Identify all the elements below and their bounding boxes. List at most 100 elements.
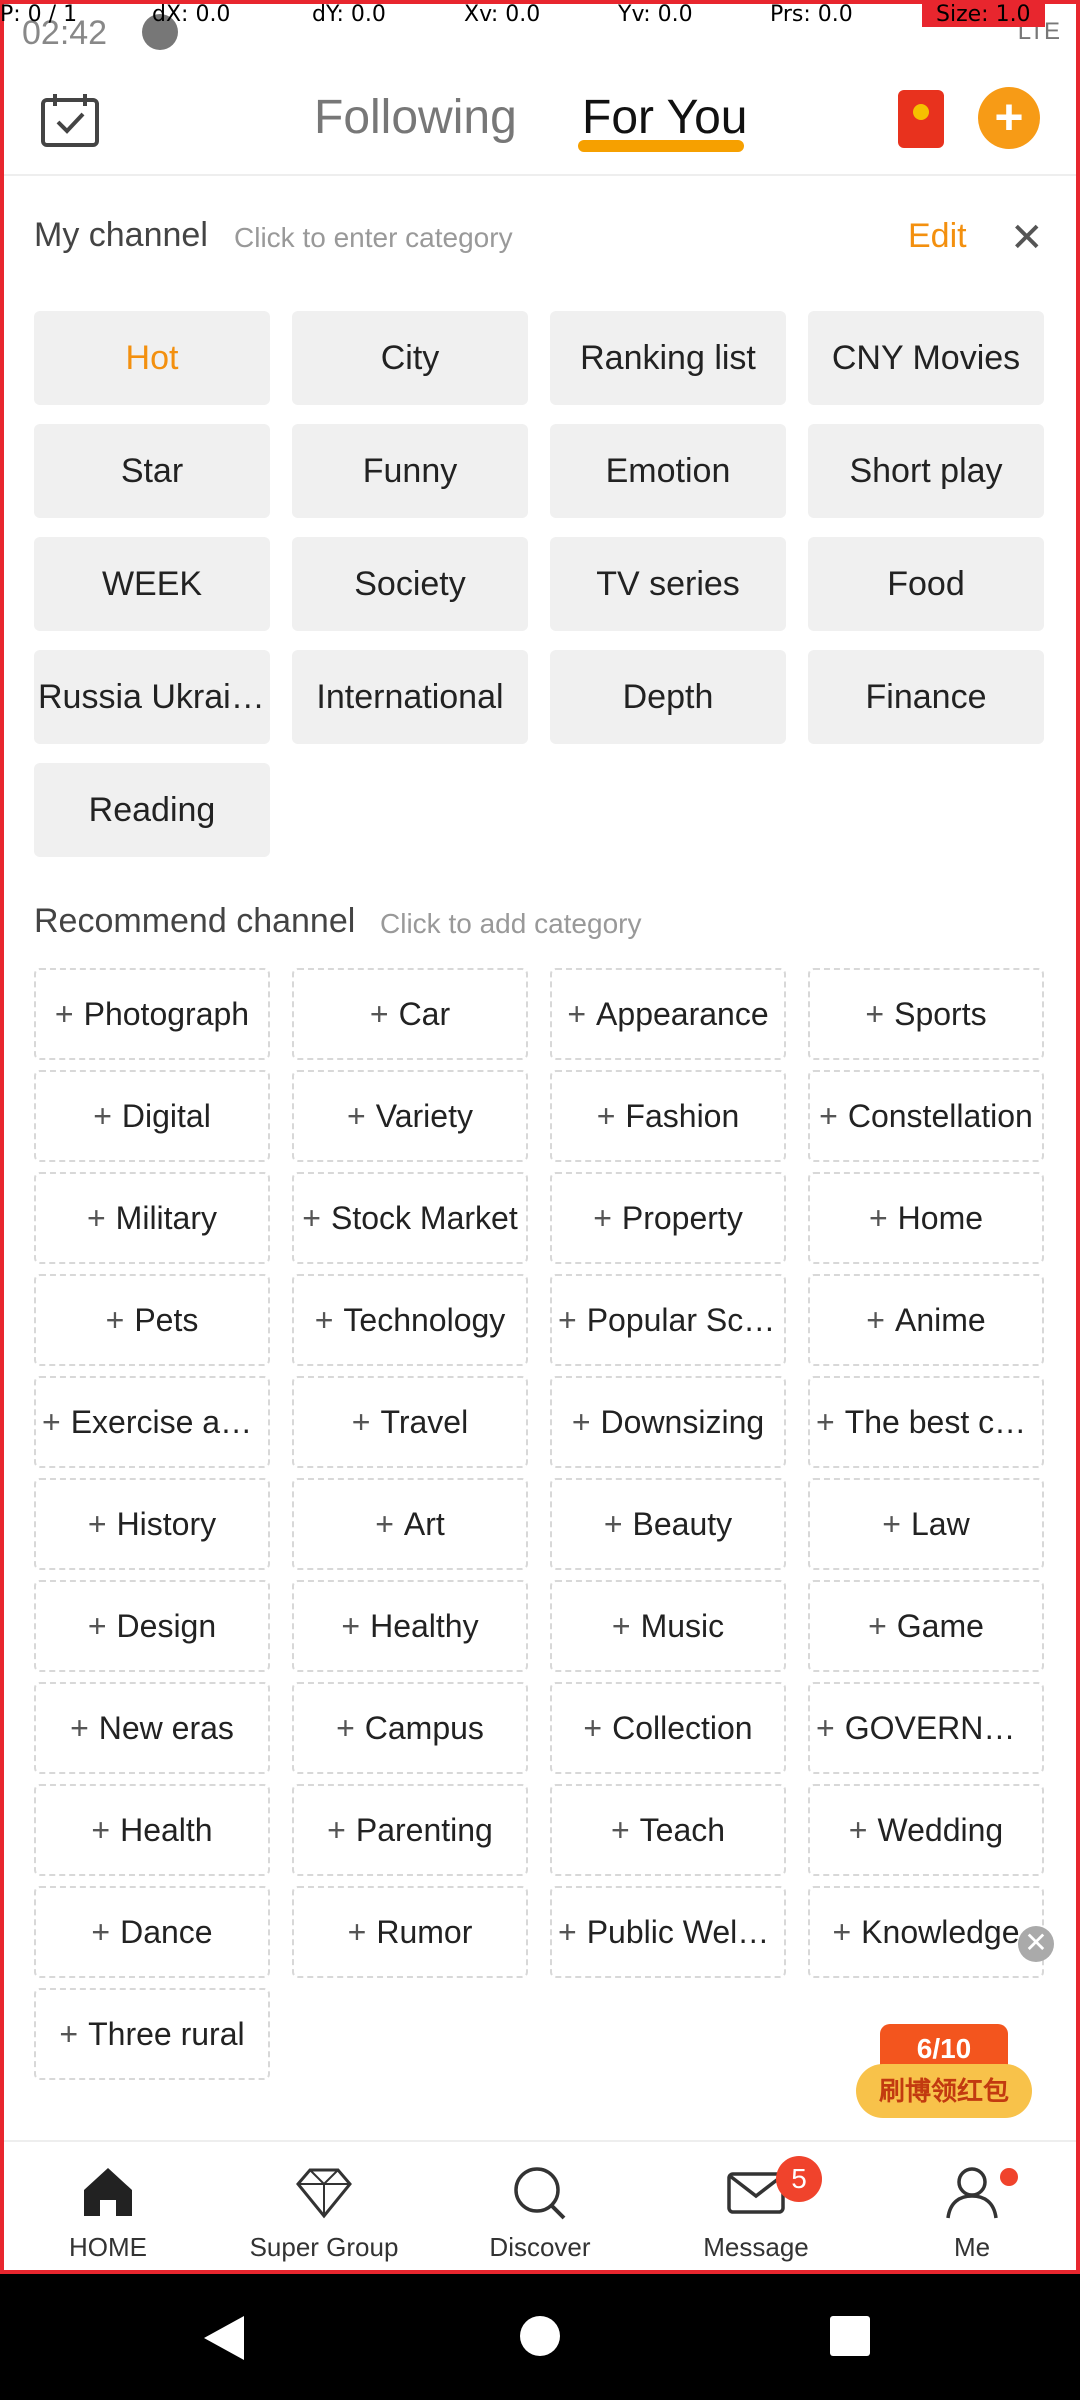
channel-chip[interactable]: Short play bbox=[808, 424, 1044, 518]
recommend-chip[interactable]: + Military bbox=[34, 1172, 270, 1264]
plus-icon: + bbox=[571, 1404, 591, 1440]
channel-chip[interactable]: Ranking list bbox=[550, 311, 786, 405]
nav-me[interactable]: Me bbox=[872, 2142, 1072, 2276]
channel-chip[interactable]: CNY Movies bbox=[808, 311, 1044, 405]
recommend-chip[interactable]: + Stock Market bbox=[292, 1172, 528, 1264]
tab-following[interactable]: Following bbox=[314, 90, 517, 145]
search-icon bbox=[514, 2167, 566, 2220]
diamond-icon bbox=[296, 2168, 352, 2219]
channel-chip[interactable]: Emotion bbox=[550, 424, 786, 518]
recommend-chip[interactable]: + Parenting bbox=[292, 1784, 528, 1876]
message-badge: 5 bbox=[776, 2156, 822, 2202]
plus-icon: + bbox=[93, 1098, 112, 1134]
plus-icon: + bbox=[105, 1302, 125, 1338]
recommend-chip[interactable]: + Beauty bbox=[550, 1478, 786, 1570]
plus-icon: + bbox=[866, 1302, 885, 1338]
home-icon bbox=[84, 2168, 132, 2216]
red-packet-promo[interactable]: 6/10 刷博领红包 bbox=[856, 2024, 1032, 2122]
recommend-chip[interactable]: + Public Welf… bbox=[550, 1886, 786, 1978]
tab-for-you[interactable]: For You bbox=[582, 90, 747, 145]
channel-chip[interactable]: Reading bbox=[34, 763, 270, 857]
close-icon[interactable]: ✕ bbox=[1010, 218, 1044, 258]
recommend-channel-hint: Click to add category bbox=[380, 908, 642, 939]
recommend-chip-label: Healthy bbox=[370, 1608, 479, 1644]
back-icon[interactable] bbox=[204, 2316, 244, 2360]
channel-chip[interactable]: Society bbox=[292, 537, 528, 631]
plus-icon: + bbox=[314, 1302, 334, 1338]
recommend-chip-label: New eras bbox=[98, 1710, 234, 1746]
recommend-chip[interactable]: + Game bbox=[808, 1580, 1044, 1672]
recommend-chip[interactable]: + Pets bbox=[34, 1274, 270, 1366]
recommend-chip[interactable]: + Car bbox=[292, 968, 528, 1060]
recommend-chip[interactable]: + History bbox=[34, 1478, 270, 1570]
nav-message-label: Message bbox=[703, 2232, 809, 2262]
debug-dx: dX: 0.0 bbox=[152, 2, 231, 27]
edit-button[interactable]: Edit bbox=[908, 217, 967, 256]
recommend-chip[interactable]: + Constellation bbox=[808, 1070, 1044, 1162]
recommend-chip[interactable]: + Rumor bbox=[292, 1886, 528, 1978]
recommend-chip[interactable]: + Dance bbox=[34, 1886, 270, 1978]
calendar-check-icon[interactable] bbox=[40, 92, 100, 148]
recommend-chip[interactable]: + Exercise an… bbox=[34, 1376, 270, 1468]
top-header: Following For You + bbox=[0, 60, 1080, 176]
channel-chip[interactable]: City bbox=[292, 311, 528, 405]
recommend-chip[interactable]: + Property bbox=[550, 1172, 786, 1264]
channel-chip[interactable]: WEEK bbox=[34, 537, 270, 631]
recommend-chip[interactable]: + Anime bbox=[808, 1274, 1044, 1366]
nav-home[interactable]: HOME bbox=[8, 2142, 208, 2276]
recommend-chip[interactable]: + Fashion bbox=[550, 1070, 786, 1162]
recommend-chip[interactable]: + Art bbox=[292, 1478, 528, 1570]
red-packet-icon[interactable] bbox=[898, 90, 944, 148]
recommend-chip[interactable]: + Sports bbox=[808, 968, 1044, 1060]
nav-super-group[interactable]: Super Group bbox=[224, 2142, 424, 2276]
recommend-chip[interactable]: + Wedding bbox=[808, 1784, 1044, 1876]
recommend-chip[interactable]: + Downsizing bbox=[550, 1376, 786, 1468]
recommend-chip[interactable]: + Technology bbox=[292, 1274, 528, 1366]
plus-icon: + bbox=[603, 1506, 623, 1542]
channel-chip[interactable]: Finance bbox=[808, 650, 1044, 744]
plus-icon: + bbox=[347, 1098, 366, 1134]
recommend-chip[interactable]: + Campus bbox=[292, 1682, 528, 1774]
recommend-chip[interactable]: + New eras bbox=[34, 1682, 270, 1774]
recommend-chip-label: Exercise an… bbox=[70, 1404, 270, 1440]
recommend-chip-label: Pets bbox=[134, 1302, 199, 1338]
channel-chip[interactable]: Food bbox=[808, 537, 1044, 631]
recommend-chip[interactable]: + Variety bbox=[292, 1070, 528, 1162]
recommend-chip[interactable]: + Health bbox=[34, 1784, 270, 1876]
recommend-channel-title: Recommend channel bbox=[34, 902, 356, 940]
recommend-chip[interactable]: + Healthy bbox=[292, 1580, 528, 1672]
recommend-chip[interactable]: + Digital bbox=[34, 1070, 270, 1162]
dismiss-circle-icon[interactable]: ✕ bbox=[1018, 1926, 1054, 1962]
channel-chip[interactable]: Russia Ukrain… bbox=[34, 650, 270, 744]
recommend-chip[interactable]: + Teach bbox=[550, 1784, 786, 1876]
recent-apps-icon[interactable] bbox=[830, 2316, 870, 2356]
home-button-icon[interactable] bbox=[520, 2316, 560, 2356]
recommend-chip[interactable]: + Appearance bbox=[550, 968, 786, 1060]
recommend-chip[interactable]: + Law bbox=[808, 1478, 1044, 1570]
recommend-chip[interactable]: + The best ch… bbox=[808, 1376, 1044, 1468]
recommend-chip-label: Knowledge bbox=[861, 1914, 1020, 1950]
channel-chip[interactable]: Star bbox=[34, 424, 270, 518]
recommend-chip[interactable]: + Design bbox=[34, 1580, 270, 1672]
recommend-chip[interactable]: + Music bbox=[550, 1580, 786, 1672]
recommend-chip[interactable]: + Collection bbox=[550, 1682, 786, 1774]
plus-icon: + bbox=[369, 996, 389, 1032]
channel-chip[interactable]: Depth bbox=[550, 650, 786, 744]
recommend-chip[interactable]: + Three rural bbox=[34, 1988, 270, 2080]
plus-icon: + bbox=[611, 1608, 631, 1644]
recommend-chip[interactable]: + Home bbox=[808, 1172, 1044, 1264]
recommend-chip[interactable]: + Travel bbox=[292, 1376, 528, 1468]
channel-chip[interactable]: Hot bbox=[34, 311, 270, 405]
recommend-chip[interactable]: + GOVERNME… bbox=[808, 1682, 1044, 1774]
plus-icon[interactable]: + bbox=[978, 87, 1040, 149]
channel-chip[interactable]: International bbox=[292, 650, 528, 744]
nav-message[interactable]: 5 Message bbox=[656, 2142, 856, 2276]
channel-chip[interactable]: Funny bbox=[292, 424, 528, 518]
recommend-chip[interactable]: + Knowledge bbox=[808, 1886, 1044, 1978]
channel-chip[interactable]: TV series bbox=[550, 537, 786, 631]
nav-discover[interactable]: Discover bbox=[440, 2142, 640, 2276]
recommend-chip[interactable]: + Popular Sci… bbox=[550, 1274, 786, 1366]
plus-icon: + bbox=[42, 1404, 61, 1440]
recommend-chip-label: Public Welf… bbox=[586, 1914, 779, 1950]
recommend-chip[interactable]: + Photograph bbox=[34, 968, 270, 1060]
